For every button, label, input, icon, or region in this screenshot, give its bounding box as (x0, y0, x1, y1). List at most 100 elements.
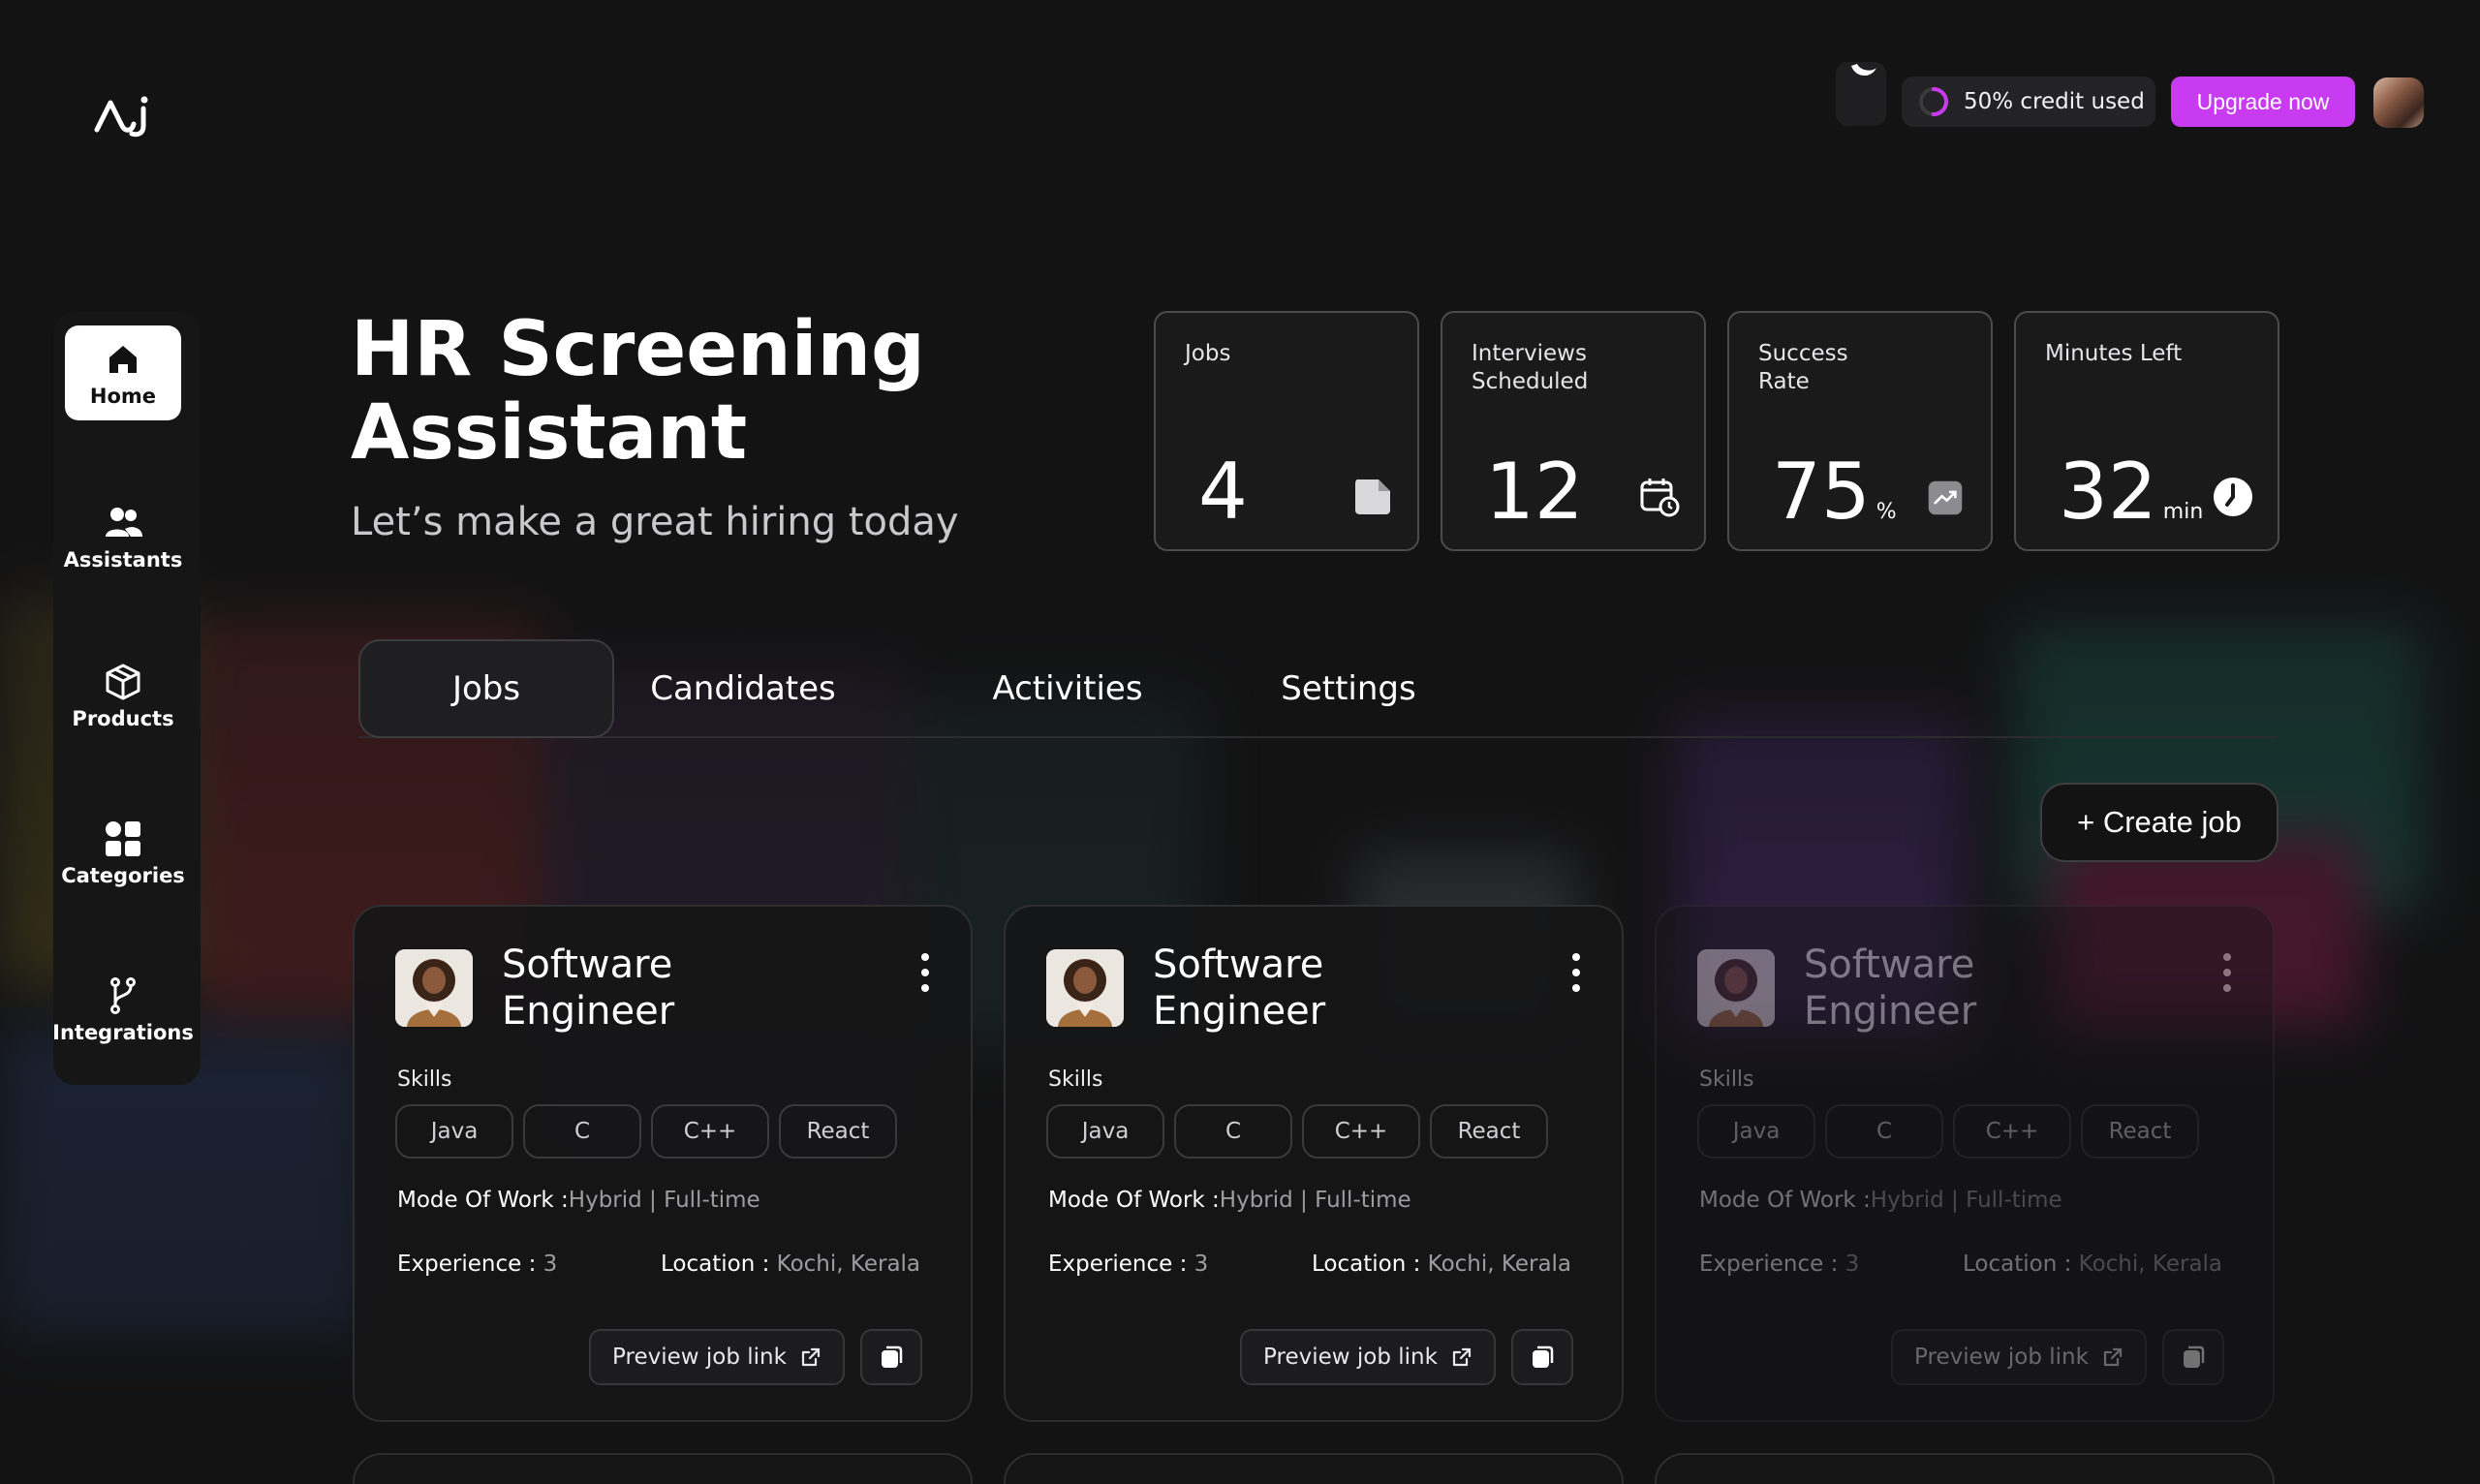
branch-icon (110, 977, 136, 1014)
skill-chip: Java (1046, 1104, 1164, 1159)
skill-chip: React (2081, 1104, 2199, 1159)
more-options-icon[interactable] (918, 953, 932, 996)
sidebar-item-products[interactable]: Products (65, 647, 181, 744)
sidebar-item-assistants[interactable]: Assistants (63, 488, 183, 585)
person-portrait-icon (1046, 949, 1124, 1027)
job-avatar (1046, 949, 1124, 1027)
copy-link-button[interactable] (2162, 1329, 2224, 1385)
stat-label: Interviews Scheduled (1472, 341, 1589, 394)
skill-chip: C (1174, 1104, 1292, 1159)
credit-text: 50% credit used (1964, 89, 2145, 114)
experience: Experience : 3 (1699, 1252, 1860, 1277)
copy-link-button[interactable] (1511, 1329, 1573, 1385)
job-card[interactable] (1655, 1453, 2275, 1484)
skills-list: Java C C++ React (1697, 1104, 2199, 1159)
job-card[interactable]: Software Engineer Skills Java C C++ React M… (353, 905, 973, 1422)
sidebar-item-label: Categories (61, 864, 185, 887)
job-avatar (395, 949, 473, 1027)
more-options-icon[interactable] (1569, 953, 1583, 996)
job-card[interactable] (353, 1453, 973, 1484)
skill-chip: React (779, 1104, 897, 1159)
mode-of-work: Mode Of Work :Hybrid | Full-time (1048, 1188, 1411, 1213)
sidebar-item-home[interactable]: Home (65, 325, 181, 420)
skill-chip: Java (395, 1104, 513, 1159)
sidebar-nav: Home Assistants Products Categories Inte… (52, 312, 201, 1085)
job-avatar (1697, 949, 1775, 1027)
skill-chip: C (1825, 1104, 1943, 1159)
calendar-clock-icon (1640, 479, 1680, 517)
skills-label: Skills (397, 1067, 452, 1092)
skills-label: Skills (1699, 1067, 1754, 1092)
location: Location : Kochi, Kerala (1312, 1252, 1572, 1277)
credit-progress-ring-icon (1919, 87, 1948, 116)
stat-value: 32 min (2059, 447, 2204, 537)
sidebar-item-label: Assistants (63, 548, 183, 572)
tab-activities[interactable]: Activities (969, 639, 1166, 738)
preview-job-link-button[interactable]: Preview job link (1240, 1329, 1496, 1385)
job-title: Software Engineer (1153, 943, 1326, 1034)
location: Location : Kochi, Kerala (661, 1252, 921, 1277)
sidebar-item-label: Products (72, 707, 174, 730)
preview-job-link-button[interactable]: Preview job link (589, 1329, 845, 1385)
skills-label: Skills (1048, 1067, 1103, 1092)
clock-icon (2214, 478, 2252, 516)
theme-toggle-button[interactable] (1836, 62, 1886, 126)
experience: Experience : 3 (1048, 1252, 1209, 1277)
user-avatar[interactable] (2373, 77, 2424, 128)
sidebar-item-categories[interactable]: Categories (61, 804, 185, 901)
document-icon (1355, 479, 1390, 514)
stat-card-jobs: Jobs 4 (1154, 311, 1419, 551)
skill-chip: C++ (1302, 1104, 1420, 1159)
stat-value: 75% (1772, 447, 1897, 537)
upgrade-button[interactable]: Upgrade now (2171, 77, 2355, 127)
grid-icon (106, 821, 140, 856)
users-icon (106, 508, 142, 537)
copy-icon (882, 1345, 903, 1368)
external-link-icon (801, 1347, 821, 1367)
trend-up-icon (1928, 480, 1963, 515)
stat-label: Jobs (1185, 341, 1231, 366)
app-logo-icon[interactable] (93, 93, 153, 139)
mode-of-work: Mode Of Work :Hybrid | Full-time (1699, 1188, 2062, 1213)
job-card[interactable] (1004, 1453, 1624, 1484)
stat-card-minutes-left: Minutes Left 32 min (2014, 311, 2279, 551)
skills-list: Java C C++ React (1046, 1104, 1548, 1159)
stat-value: 12 (1485, 447, 1584, 537)
skills-list: Java C C++ React (395, 1104, 897, 1159)
box-icon (106, 664, 140, 700)
location: Location : Kochi, Kerala (1963, 1252, 2223, 1277)
sidebar-item-integrations[interactable]: Integrations (52, 961, 194, 1058)
experience: Experience : 3 (397, 1252, 558, 1277)
skill-chip: C++ (651, 1104, 769, 1159)
credit-usage-pill[interactable]: 50% credit used (1902, 77, 2155, 127)
skill-chip: Java (1697, 1104, 1815, 1159)
stat-card-success-rate: Success Rate 75% (1727, 311, 1993, 551)
tab-jobs[interactable]: Jobs (358, 639, 614, 738)
home-icon (109, 346, 137, 373)
page-subtitle: Let’s make a great hiring today (351, 500, 959, 544)
skill-chip: C++ (1953, 1104, 2071, 1159)
stat-value: 4 (1198, 447, 1248, 537)
page-title: HR Screening Assistant (351, 306, 925, 477)
more-options-icon[interactable] (2220, 953, 2234, 996)
moon-icon (1851, 64, 1876, 77)
job-card[interactable]: Software Engineer Skills Java C C++ React M… (1004, 905, 1624, 1422)
external-link-icon (2103, 1347, 2123, 1367)
person-portrait-icon (395, 949, 473, 1027)
stat-label: Success Rate (1758, 341, 1848, 394)
create-job-button[interactable]: + Create job (2040, 783, 2278, 862)
copy-link-button[interactable] (860, 1329, 922, 1385)
external-link-icon (1452, 1347, 1472, 1367)
sidebar-item-label: Integrations (52, 1021, 194, 1044)
skill-chip: C (523, 1104, 641, 1159)
stat-card-interviews: Interviews Scheduled 12 (1441, 311, 1706, 551)
job-title: Software Engineer (1804, 943, 1977, 1034)
tab-candidates[interactable]: Candidates (639, 639, 847, 738)
job-card[interactable]: Software Engineer Skills Java C C++ React M… (1655, 905, 2275, 1422)
copy-icon (2184, 1345, 2205, 1368)
sidebar-item-label: Home (89, 385, 157, 408)
mode-of-work: Mode Of Work :Hybrid | Full-time (397, 1188, 760, 1213)
preview-job-link-button[interactable]: Preview job link (1891, 1329, 2147, 1385)
copy-icon (1533, 1345, 1554, 1368)
tab-settings[interactable]: Settings (1259, 639, 1438, 738)
